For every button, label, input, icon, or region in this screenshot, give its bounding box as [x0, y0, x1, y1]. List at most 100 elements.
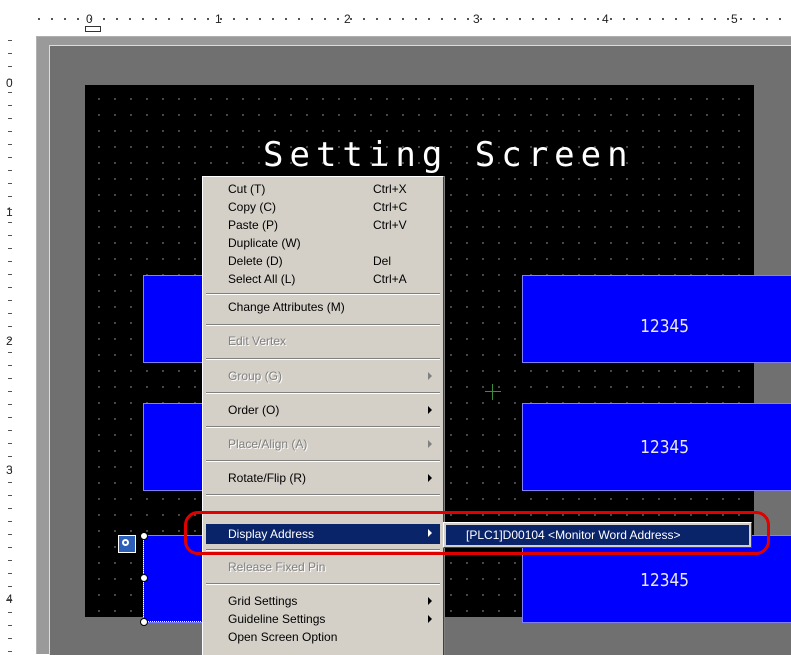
- menu-item-grid-settings[interactable]: Grid Settings: [206, 592, 440, 610]
- numeric-display-2-value: 12345: [640, 437, 689, 458]
- selection-handle-mid[interactable]: [140, 574, 148, 582]
- ruler-tick: [740, 18, 742, 20]
- ruler-tick: [8, 352, 12, 353]
- menu-separator: [206, 358, 440, 360]
- menu-item-edit-vertex[interactable]: Edit Vertex: [206, 332, 440, 350]
- menu-item-copy[interactable]: Copy (C) Ctrl+C: [206, 198, 440, 216]
- ruler-tick: [454, 18, 456, 20]
- selection-border-bottom: [143, 621, 203, 622]
- numeric-display-3-value: 12345: [640, 570, 689, 591]
- menu-separator: [206, 583, 440, 585]
- ruler-tick: [584, 18, 586, 20]
- ruler-tick: [64, 18, 66, 20]
- ruler-tick: [649, 18, 651, 20]
- ruler-tick: [259, 18, 261, 20]
- selection-handle-top[interactable]: [140, 532, 148, 540]
- ruler-tick: [8, 651, 12, 652]
- submenu-arrow-icon: [428, 440, 432, 448]
- ruler-tick: [714, 18, 716, 20]
- menu-item-delete[interactable]: Delete (D) Del: [206, 252, 440, 270]
- ruler-tick: [532, 18, 534, 20]
- context-menu: Cut (T) Ctrl+X Copy (C) Ctrl+C Paste (P) Ct…: [202, 176, 444, 655]
- ruler-tick: [311, 18, 313, 20]
- ruler-tick: [8, 612, 12, 613]
- menu-item-guideline-settings[interactable]: Guideline Settings: [206, 610, 440, 628]
- menu-separator: [206, 426, 440, 428]
- ruler-tick: [8, 144, 12, 145]
- ruler-tick: [8, 222, 12, 223]
- ruler-tick: [610, 18, 612, 20]
- ruler-tick: [8, 131, 12, 132]
- ruler-tick: [519, 18, 521, 20]
- menu-item-order[interactable]: Order (O): [206, 401, 440, 419]
- ruler-tick: [8, 547, 12, 548]
- ruler-tick: [8, 274, 12, 275]
- ruler-tick: [8, 495, 12, 496]
- ruler-tick: [376, 18, 378, 20]
- horizontal-ruler: 012345: [36, 0, 791, 37]
- ruler-tick: [8, 456, 12, 457]
- ruler-tick: [766, 18, 768, 20]
- screen-handle[interactable]: [85, 26, 101, 32]
- ruler-tick: [8, 118, 12, 119]
- ruler-tick: [8, 170, 12, 171]
- ruler-tick: [103, 18, 105, 20]
- ruler-tick: [428, 18, 430, 20]
- monitor-address-icon[interactable]: [118, 535, 136, 553]
- ruler-tick: [181, 18, 183, 20]
- menu-item-rotate-flip[interactable]: Rotate/Flip (R): [206, 469, 440, 487]
- menu-item-group[interactable]: Group (G): [206, 367, 440, 385]
- ruler-tick: [8, 404, 12, 405]
- menu-item-duplicate[interactable]: Duplicate (W): [206, 234, 440, 252]
- ruler-tick: [272, 18, 274, 20]
- ruler-tick: [727, 18, 729, 20]
- ruler-tick: [220, 18, 222, 20]
- ruler-tick: [8, 417, 12, 418]
- ruler-tick: [8, 560, 12, 561]
- ruler-tick: [441, 18, 443, 20]
- ruler-tick: [8, 378, 12, 379]
- ruler-tick: [142, 18, 144, 20]
- ruler-tick: [8, 469, 12, 470]
- ruler-tick: [480, 18, 482, 20]
- callout-highlight: [184, 511, 770, 555]
- ruler-tick: [8, 482, 12, 483]
- submenu-arrow-icon: [428, 372, 432, 380]
- menu-item-cut[interactable]: Cut (T) Ctrl+X: [206, 180, 440, 198]
- ruler-tick: [8, 638, 12, 639]
- ruler-tick: [8, 521, 12, 522]
- ruler-tick: [753, 18, 755, 20]
- menu-item-change-attributes[interactable]: Change Attributes (M): [206, 298, 440, 316]
- ruler-tick: [8, 326, 12, 327]
- menu-item-paste[interactable]: Paste (P) Ctrl+V: [206, 216, 440, 234]
- ruler-tick: [493, 18, 495, 20]
- ruler-tick: [129, 18, 131, 20]
- ruler-tick: [8, 79, 12, 80]
- ruler-tick: [90, 18, 92, 20]
- ruler-tick: [8, 105, 12, 106]
- menu-separator: [206, 293, 440, 295]
- ruler-tick: [506, 18, 508, 20]
- selection-handle-bottom[interactable]: [140, 618, 148, 626]
- menu-item-open-screen-option[interactable]: Open Screen Option: [206, 628, 440, 646]
- ruler-tick: [8, 66, 12, 67]
- ruler-tick: [8, 209, 12, 210]
- ruler-tick: [350, 18, 352, 20]
- numeric-display-1-value: 12345: [640, 316, 689, 337]
- menu-item-place-align[interactable]: Place/Align (A): [206, 435, 440, 453]
- menu-item-release-fixed-pin[interactable]: Release Fixed Pin: [206, 558, 440, 576]
- ruler-tick: [324, 18, 326, 20]
- ruler-number: 1: [6, 205, 13, 219]
- ruler-tick: [8, 443, 12, 444]
- ruler-tick: [545, 18, 547, 20]
- ruler-tick: [298, 18, 300, 20]
- ruler-tick: [168, 18, 170, 20]
- ruler-tick: [155, 18, 157, 20]
- screen-title-text[interactable]: Setting Screen: [263, 135, 634, 175]
- ruler-tick: [207, 18, 209, 20]
- ruler-tick: [116, 18, 118, 20]
- menu-item-select-all[interactable]: Select All (L) Ctrl+A: [206, 270, 440, 288]
- ruler-tick: [363, 18, 365, 20]
- ruler-tick: [51, 18, 53, 20]
- ruler-tick: [8, 339, 12, 340]
